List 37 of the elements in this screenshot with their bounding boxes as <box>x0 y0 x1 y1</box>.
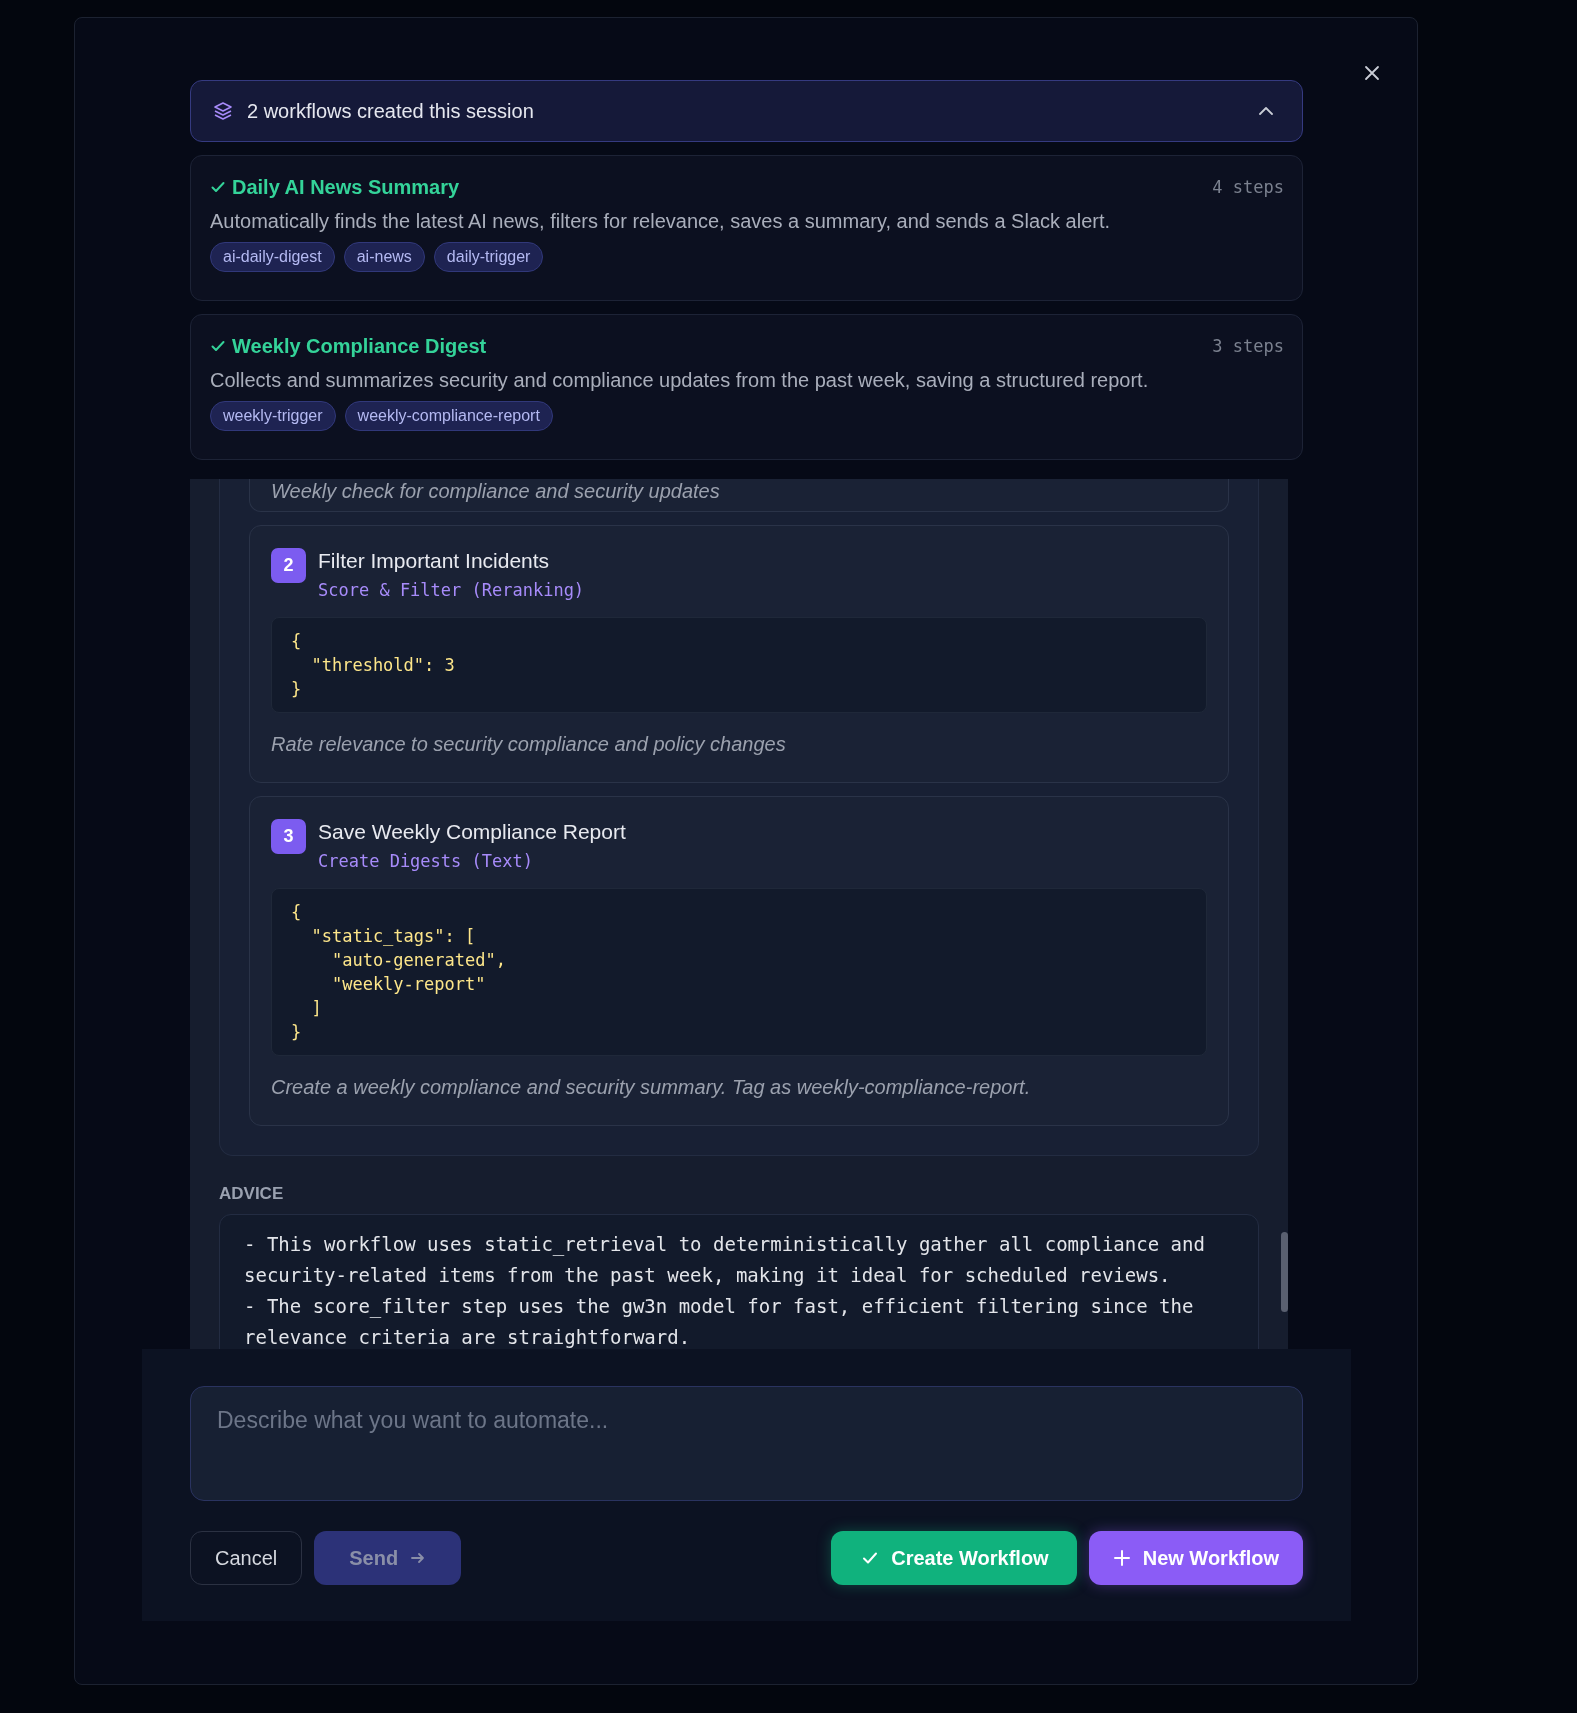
layers-icon <box>213 101 233 121</box>
step-number: 3 <box>271 819 306 854</box>
tag: daily-trigger <box>433 242 544 272</box>
tag: weekly-compliance-report <box>344 401 553 431</box>
step-count: 4 steps <box>1212 177 1284 197</box>
tag: ai-news <box>343 242 425 272</box>
config-code: { "threshold": 3 } <box>271 617 1207 713</box>
workflow-name: Weekly Compliance Digest <box>232 334 488 358</box>
step-title: Save Weekly Compliance Report <box>318 819 626 845</box>
step-number: 2 <box>271 548 306 583</box>
prompt-field[interactable]: Describe what you want to automate... <box>190 1386 1303 1501</box>
workflow-description: Collects and summarizes security and compliance updates from the past week, saving a structured report. <box>210 368 1150 393</box>
step-title: Filter Important Incidents <box>318 548 551 574</box>
step-action: Create Digests (Text) <box>318 850 534 873</box>
step-note: Create a weekly compliance and security summary. Tag as weekly-compliance-report. <box>271 1075 1032 1100</box>
advice-label: ADVICE <box>219 1184 285 1204</box>
scrollbar-thumb[interactable] <box>1281 1232 1288 1312</box>
check-icon <box>210 338 226 354</box>
config-code: { "static_tags": [ "auto-generated", "weekly-report" ] } <box>271 888 1207 1056</box>
create-button[interactable]: Create Workflow <box>831 1531 1077 1585</box>
arrow-right-icon <box>410 1550 427 1566</box>
step-note: Weekly check for compliance and security updates <box>271 479 721 503</box>
tag: ai-daily-digest <box>210 242 335 272</box>
step-note: Rate relevance to security compliance and policy changes <box>271 732 787 757</box>
cancel-button[interactable]: Cancel <box>190 1531 303 1585</box>
plus-icon <box>1112 1549 1131 1567</box>
step-action: Score & Filter (Reranking) <box>318 579 585 602</box>
close-icon <box>1364 65 1380 81</box>
session-header[interactable]: 2 workflows created this session <box>190 80 1303 142</box>
advice-text: - This workflow uses static_retrieval to deterministically gather all compliance and security-related items from the past week, making it ideal for scheduled reviews. - The score_filter step uses the gw3n model for fast, efficient filtering since the relevance criteria are straightforward. <box>219 1214 1259 1349</box>
chevron-up-icon <box>1258 106 1274 116</box>
check-icon <box>210 179 226 195</box>
workflow-description: Automatically finds the latest AI news, filters for relevance, saves a summary, and sends a Slack alert. <box>210 209 1112 234</box>
tag: weekly-trigger <box>210 401 336 431</box>
workflow-name: Daily AI News Summary <box>232 175 461 199</box>
step-count: 3 steps <box>1212 336 1284 356</box>
new-button[interactable]: New Workflow <box>1088 1531 1303 1585</box>
